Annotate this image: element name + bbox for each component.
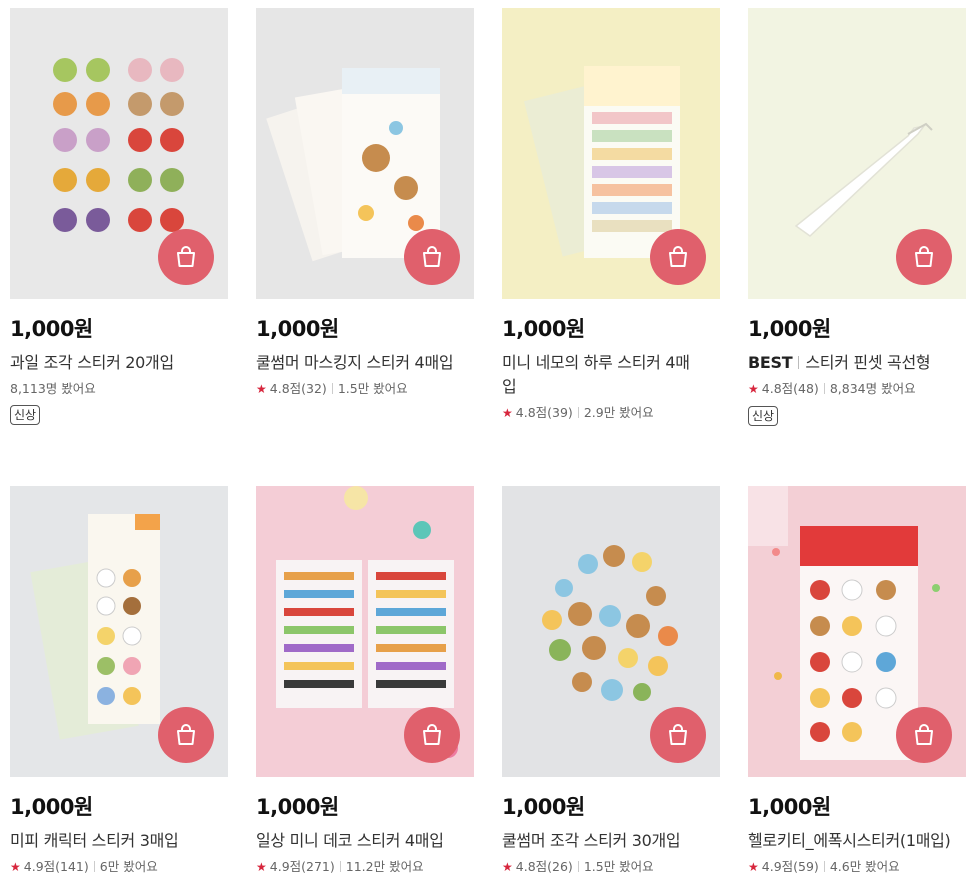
shopping-bag-icon (423, 246, 441, 267)
product-title[interactable]: 쿨썸머 조각 스티커 30개입 (502, 829, 720, 853)
star-icon: ★ (10, 860, 21, 874)
product-card[interactable]: 1,000원 BEST 스티커 핀셋 곡선형 ★ 4.8점(48) 8,834명 봤어… (748, 8, 966, 426)
shopping-bag-icon (177, 724, 195, 745)
star-icon: ★ (502, 406, 513, 420)
divider (339, 861, 341, 872)
product-meta: ★ 4.8점(48) 8,834명 봤어요 (748, 380, 966, 398)
view-count: 1.5만 봤어요 (583, 859, 654, 874)
product-card[interactable]: 1,000원 쿨썸머 조각 스티커 30개입 ★ 4.8점(26) 1.5만 봤어요 (502, 486, 720, 876)
rating: 4.8점(32) (269, 381, 327, 396)
product-card[interactable]: 1,000원 미니 네모의 하루 스티커 4매입 ★ 4.8점(39) 2.9만 봤… (502, 8, 720, 422)
product-card[interactable]: 1,000원 쿨썸머 마스킹지 스티커 4매입 ★ 4.8점(32) 1.5만 봤어… (256, 8, 474, 398)
divider (823, 861, 825, 872)
divider (823, 383, 825, 394)
product-title[interactable]: 미피 캐릭터 스티커 3매입 (10, 829, 228, 853)
view-count: 1.5만 봤어요 (337, 381, 408, 396)
product-meta: 8,113명 봤어요 (10, 380, 228, 397)
add-to-cart-button[interactable] (158, 229, 214, 285)
product-title-text: 스티커 핀셋 곡선형 (805, 353, 931, 372)
product-title-line: 미니 네모의 하루 스티커 4매 (502, 353, 690, 372)
star-icon: ★ (256, 382, 267, 396)
divider (93, 861, 95, 872)
view-count: 6만 봤어요 (99, 859, 158, 874)
product-card[interactable]: 1,000원 미피 캐릭터 스티커 3매입 ★ 4.9점(141) 6만 봤어요 (10, 486, 228, 876)
product-image[interactable] (10, 486, 228, 777)
product-image[interactable] (256, 8, 474, 299)
product-image[interactable] (748, 486, 966, 777)
new-badge: 신상 (10, 405, 41, 425)
shopping-bag-icon (915, 246, 933, 267)
rating: 4.8점(26) (515, 859, 573, 874)
product-price: 1,000원 (748, 795, 831, 819)
shopping-bag-icon (669, 246, 687, 267)
product-meta: ★ 4.8점(39) 2.9만 봤어요 (502, 404, 720, 422)
star-icon: ★ (748, 382, 759, 396)
star-icon: ★ (256, 860, 267, 874)
add-to-cart-button[interactable] (158, 707, 214, 763)
product-price: 1,000원 (748, 317, 831, 341)
divider (331, 383, 333, 394)
rating: 4.9점(59) (761, 859, 819, 874)
add-to-cart-button[interactable] (896, 707, 952, 763)
view-count: 11.2만 봤어요 (345, 859, 424, 874)
view-count: 4.6만 봤어요 (829, 859, 900, 874)
divider (577, 407, 579, 418)
product-image[interactable] (256, 486, 474, 777)
add-to-cart-button[interactable] (896, 229, 952, 285)
product-title[interactable]: 과일 조각 스티커 20개입 (10, 351, 228, 375)
product-meta: ★ 4.9점(271) 11.2만 봤어요 (256, 858, 474, 876)
product-image[interactable] (502, 8, 720, 299)
shopping-bag-icon (669, 724, 687, 745)
product-title[interactable]: BEST 스티커 핀셋 곡선형 (748, 351, 966, 375)
product-card[interactable]: 1,000원 일상 미니 데코 스티커 4매입 ★ 4.9점(271) 11.2만 … (256, 486, 474, 876)
rating: 4.8점(39) (515, 405, 573, 420)
product-title[interactable]: 미니 네모의 하루 스티커 4매입 (502, 351, 720, 399)
product-meta: ★ 4.9점(59) 4.6만 봤어요 (748, 858, 966, 876)
product-image[interactable] (502, 486, 720, 777)
product-title[interactable]: 일상 미니 데코 스티커 4매입 (256, 829, 474, 853)
product-price: 1,000원 (502, 795, 585, 819)
best-label: BEST (748, 353, 793, 372)
view-count: 8,113명 봤어요 (10, 381, 96, 396)
view-count: 8,834명 봤어요 (829, 381, 916, 396)
product-image[interactable] (10, 8, 228, 299)
star-icon: ★ (748, 860, 759, 874)
product-title-line: 입 (502, 377, 517, 396)
product-title[interactable]: 헬로키티_에폭시스티커(1매입) (748, 829, 966, 853)
product-price: 1,000원 (256, 795, 339, 819)
rating: 4.9점(141) (23, 859, 89, 874)
shopping-bag-icon (423, 724, 441, 745)
product-price: 1,000원 (10, 317, 93, 341)
shopping-bag-icon (177, 246, 195, 267)
add-to-cart-button[interactable] (404, 707, 460, 763)
product-price: 1,000원 (10, 795, 93, 819)
product-card[interactable]: 1,000원 과일 조각 스티커 20개입 8,113명 봤어요 신상 (10, 8, 228, 425)
product-card[interactable]: 1,000원 헬로키티_에폭시스티커(1매입) ★ 4.9점(59) 4.6만 봤어… (748, 486, 966, 876)
view-count: 2.9만 봤어요 (583, 405, 654, 420)
product-meta: ★ 4.9점(141) 6만 봤어요 (10, 858, 228, 876)
add-to-cart-button[interactable] (650, 229, 706, 285)
add-to-cart-button[interactable] (404, 229, 460, 285)
star-icon: ★ (502, 860, 513, 874)
product-meta: ★ 4.8점(32) 1.5만 봤어요 (256, 380, 474, 398)
add-to-cart-button[interactable] (650, 707, 706, 763)
rating: 4.9점(271) (269, 859, 335, 874)
product-image[interactable] (748, 8, 966, 299)
product-price: 1,000원 (502, 317, 585, 341)
new-badge: 신상 (748, 406, 779, 426)
shopping-bag-icon (915, 724, 933, 745)
product-title[interactable]: 쿨썸머 마스킹지 스티커 4매입 (256, 351, 474, 375)
product-price: 1,000원 (256, 317, 339, 341)
product-meta: ★ 4.8점(26) 1.5만 봤어요 (502, 858, 720, 876)
divider (798, 356, 800, 369)
rating: 4.8점(48) (761, 381, 819, 396)
divider (577, 861, 579, 872)
